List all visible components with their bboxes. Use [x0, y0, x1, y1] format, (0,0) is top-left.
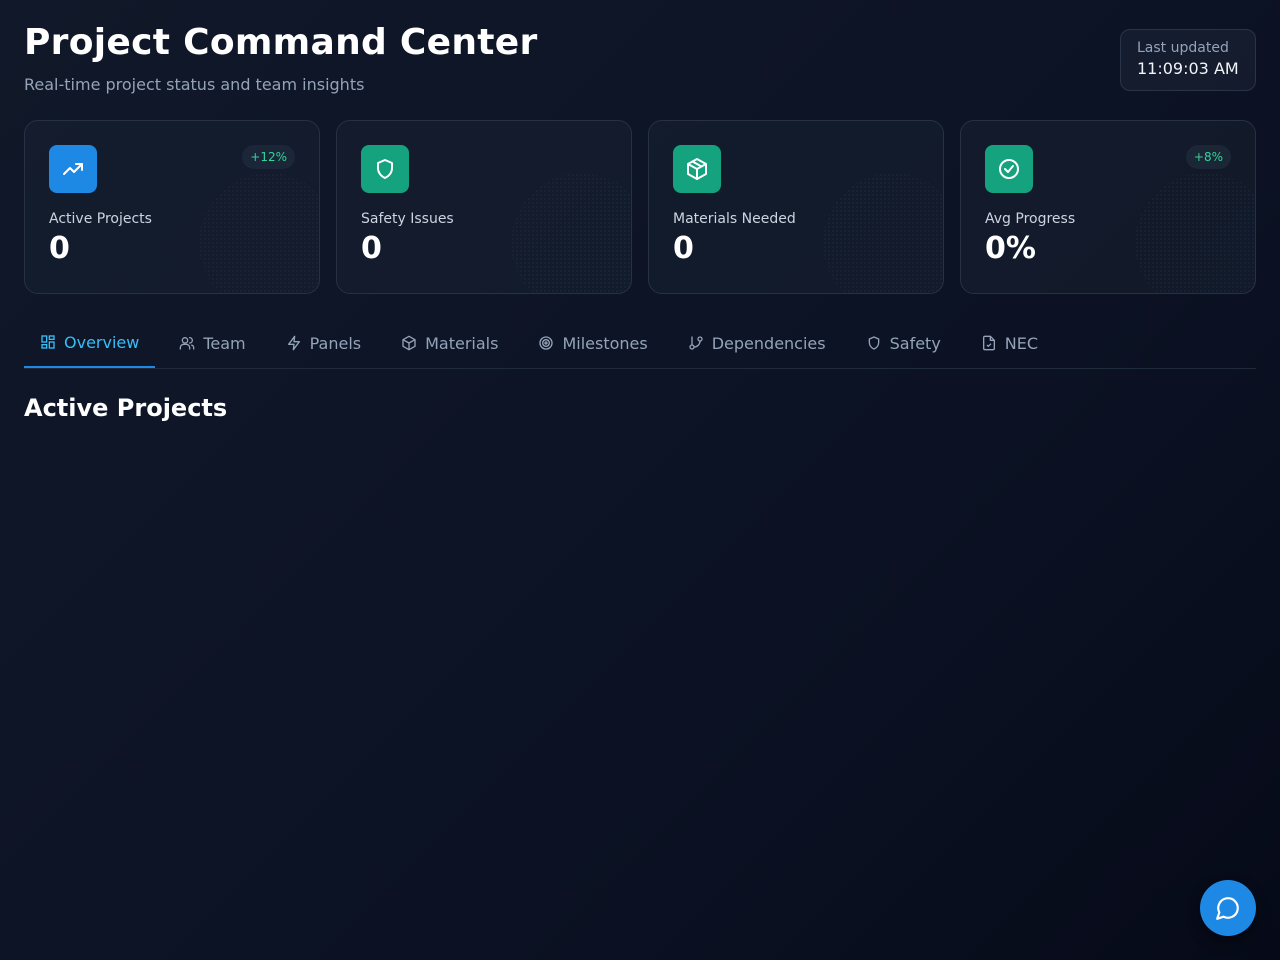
stat-label: Active Projects: [49, 211, 152, 227]
git-branch-icon: [689, 336, 703, 350]
stat-badge: +8%: [1185, 145, 1231, 169]
tab-label: Panels: [309, 333, 362, 353]
tab-safety[interactable]: Safety: [850, 318, 957, 368]
stat-value: 0: [673, 231, 694, 266]
last-updated-time: 11:09:03 AM: [1137, 59, 1239, 78]
stat-badge: +12%: [242, 145, 295, 169]
layout-grid-icon: [41, 335, 55, 349]
last-updated-box: Last updated 11:09:03 AM: [1120, 29, 1256, 91]
tab-label: Overview: [64, 332, 140, 352]
page-subtitle: Real-time project status and team insigh…: [24, 75, 365, 94]
tab-dependencies[interactable]: Dependencies: [672, 318, 842, 368]
shield-icon: [361, 145, 409, 193]
stat-card-materials-needed: Materials Needed 0: [648, 120, 944, 294]
package-icon: [673, 145, 721, 193]
trending-up-icon: [49, 145, 97, 193]
tab-bar: Overview Team Panels Materials Milestone…: [24, 318, 1256, 369]
stats-cards: +12% Active Projects 0 Safety Issues 0 M…: [24, 120, 1256, 294]
shield-icon: [868, 336, 879, 350]
tab-label: Materials: [425, 333, 499, 353]
tab-milestones[interactable]: Milestones: [522, 318, 663, 368]
last-updated-label: Last updated: [1137, 40, 1229, 56]
package-icon: [402, 335, 416, 351]
stat-value: 0: [49, 231, 70, 266]
stat-value: 0: [361, 231, 382, 266]
chat-button[interactable]: [1200, 880, 1256, 936]
message-circle-icon: [1216, 897, 1239, 920]
stat-label: Safety Issues: [361, 211, 454, 227]
tab-label: Dependencies: [711, 333, 826, 353]
stat-card-safety-issues: Safety Issues 0: [336, 120, 632, 294]
tab-nec[interactable]: NEC: [965, 318, 1054, 368]
stat-label: Avg Progress: [985, 211, 1076, 227]
tab-panels[interactable]: Panels: [270, 318, 378, 368]
file-check-icon: [982, 335, 995, 351]
tab-label: Safety: [889, 333, 941, 353]
zap-icon: [287, 335, 300, 351]
tab-label: Team: [203, 333, 246, 353]
tab-team[interactable]: Team: [163, 318, 261, 368]
section-title: Active Projects: [24, 394, 228, 422]
tab-materials[interactable]: Materials: [385, 318, 514, 368]
page-header: Project Command Center Real-time project…: [24, 22, 538, 94]
stat-value: 0%: [985, 231, 1036, 266]
stat-card-avg-progress: +8% Avg Progress 0%: [960, 120, 1256, 294]
stat-label: Materials Needed: [673, 211, 796, 227]
users-icon: [179, 337, 195, 350]
target-icon: [539, 336, 554, 350]
page-title: Project Command Center: [24, 22, 538, 63]
check-circle-icon: [985, 145, 1033, 193]
tab-overview[interactable]: Overview: [24, 318, 156, 368]
tab-label: NEC: [1004, 333, 1039, 353]
tab-label: Milestones: [562, 333, 648, 353]
stat-card-active-projects: +12% Active Projects 0: [24, 120, 320, 294]
